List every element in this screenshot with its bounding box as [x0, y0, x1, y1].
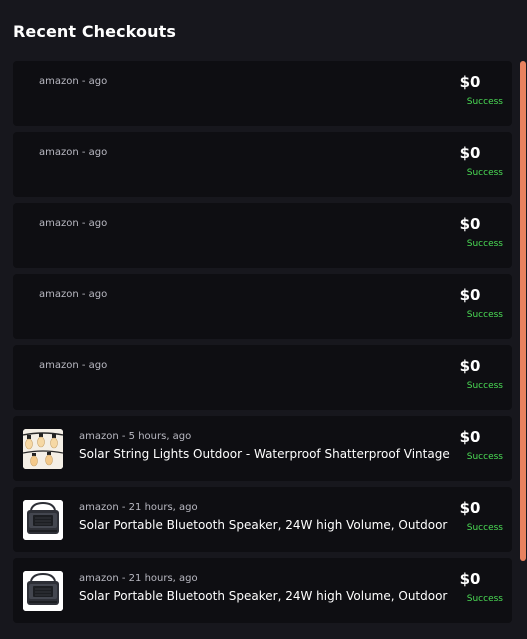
speaker-image [23, 571, 63, 611]
status-label: Success [466, 310, 503, 320]
checkout-item[interactable]: amazon - ago $0 Success [13, 345, 512, 410]
status-label: Success [466, 523, 503, 533]
checkout-meta: amazon - ago [39, 289, 108, 300]
checkout-meta: amazon - ago [39, 76, 108, 87]
checkout-price: $0 [459, 357, 481, 375]
checkout-item[interactable]: amazon - ago $0 Success [13, 61, 512, 126]
checkout-item[interactable]: amazon - ago $0 Success [13, 132, 512, 197]
panel-title: Recent Checkouts [13, 22, 176, 41]
checkout-meta: amazon - ago [39, 360, 108, 371]
checkout-price: $0 [459, 144, 481, 162]
checkout-meta: amazon - 5 hours, ago [79, 431, 192, 442]
status-label: Success [466, 168, 503, 178]
product-name[interactable]: Solar String Lights Outdoor - Waterproof… [79, 447, 450, 461]
status-label: Success [466, 381, 503, 391]
checkout-meta: amazon - 21 hours, ago [79, 573, 198, 584]
checkout-item[interactable]: amazon - ago $0 Success [13, 203, 512, 268]
checkout-meta: amazon - ago [39, 147, 108, 158]
scrollbar-track[interactable] [520, 61, 526, 561]
speaker-image [23, 500, 63, 540]
checkout-meta: amazon - 21 hours, ago [79, 502, 198, 513]
checkout-meta: amazon - ago [39, 218, 108, 229]
checkout-item[interactable]: amazon - 21 hours, ago Solar Portable Bl… [13, 558, 512, 623]
checkout-item[interactable]: amazon - 5 hours, ago Solar String Light… [13, 416, 512, 481]
checkout-price: $0 [459, 499, 481, 517]
recent-checkouts-panel: Recent Checkouts amazon - ago $0 Success… [0, 0, 527, 639]
checkout-item[interactable]: amazon - 21 hours, ago Solar Portable Bl… [13, 487, 512, 552]
status-label: Success [466, 97, 503, 107]
checkout-list: amazon - ago $0 Success amazon - ago $0 … [13, 61, 512, 629]
checkout-price: $0 [459, 570, 481, 588]
status-label: Success [466, 239, 503, 249]
string-lights-image [23, 429, 63, 469]
status-label: Success [466, 594, 503, 604]
product-name[interactable]: Solar Portable Bluetooth Speaker, 24W hi… [79, 589, 447, 603]
checkout-item[interactable]: amazon - ago $0 Success [13, 274, 512, 339]
checkout-price: $0 [459, 428, 481, 446]
checkout-price: $0 [459, 73, 481, 91]
status-label: Success [466, 452, 503, 462]
product-name[interactable]: Solar Portable Bluetooth Speaker, 24W hi… [79, 518, 447, 532]
checkout-price: $0 [459, 215, 481, 233]
checkout-price: $0 [459, 286, 481, 304]
scrollbar-thumb[interactable] [520, 61, 526, 561]
